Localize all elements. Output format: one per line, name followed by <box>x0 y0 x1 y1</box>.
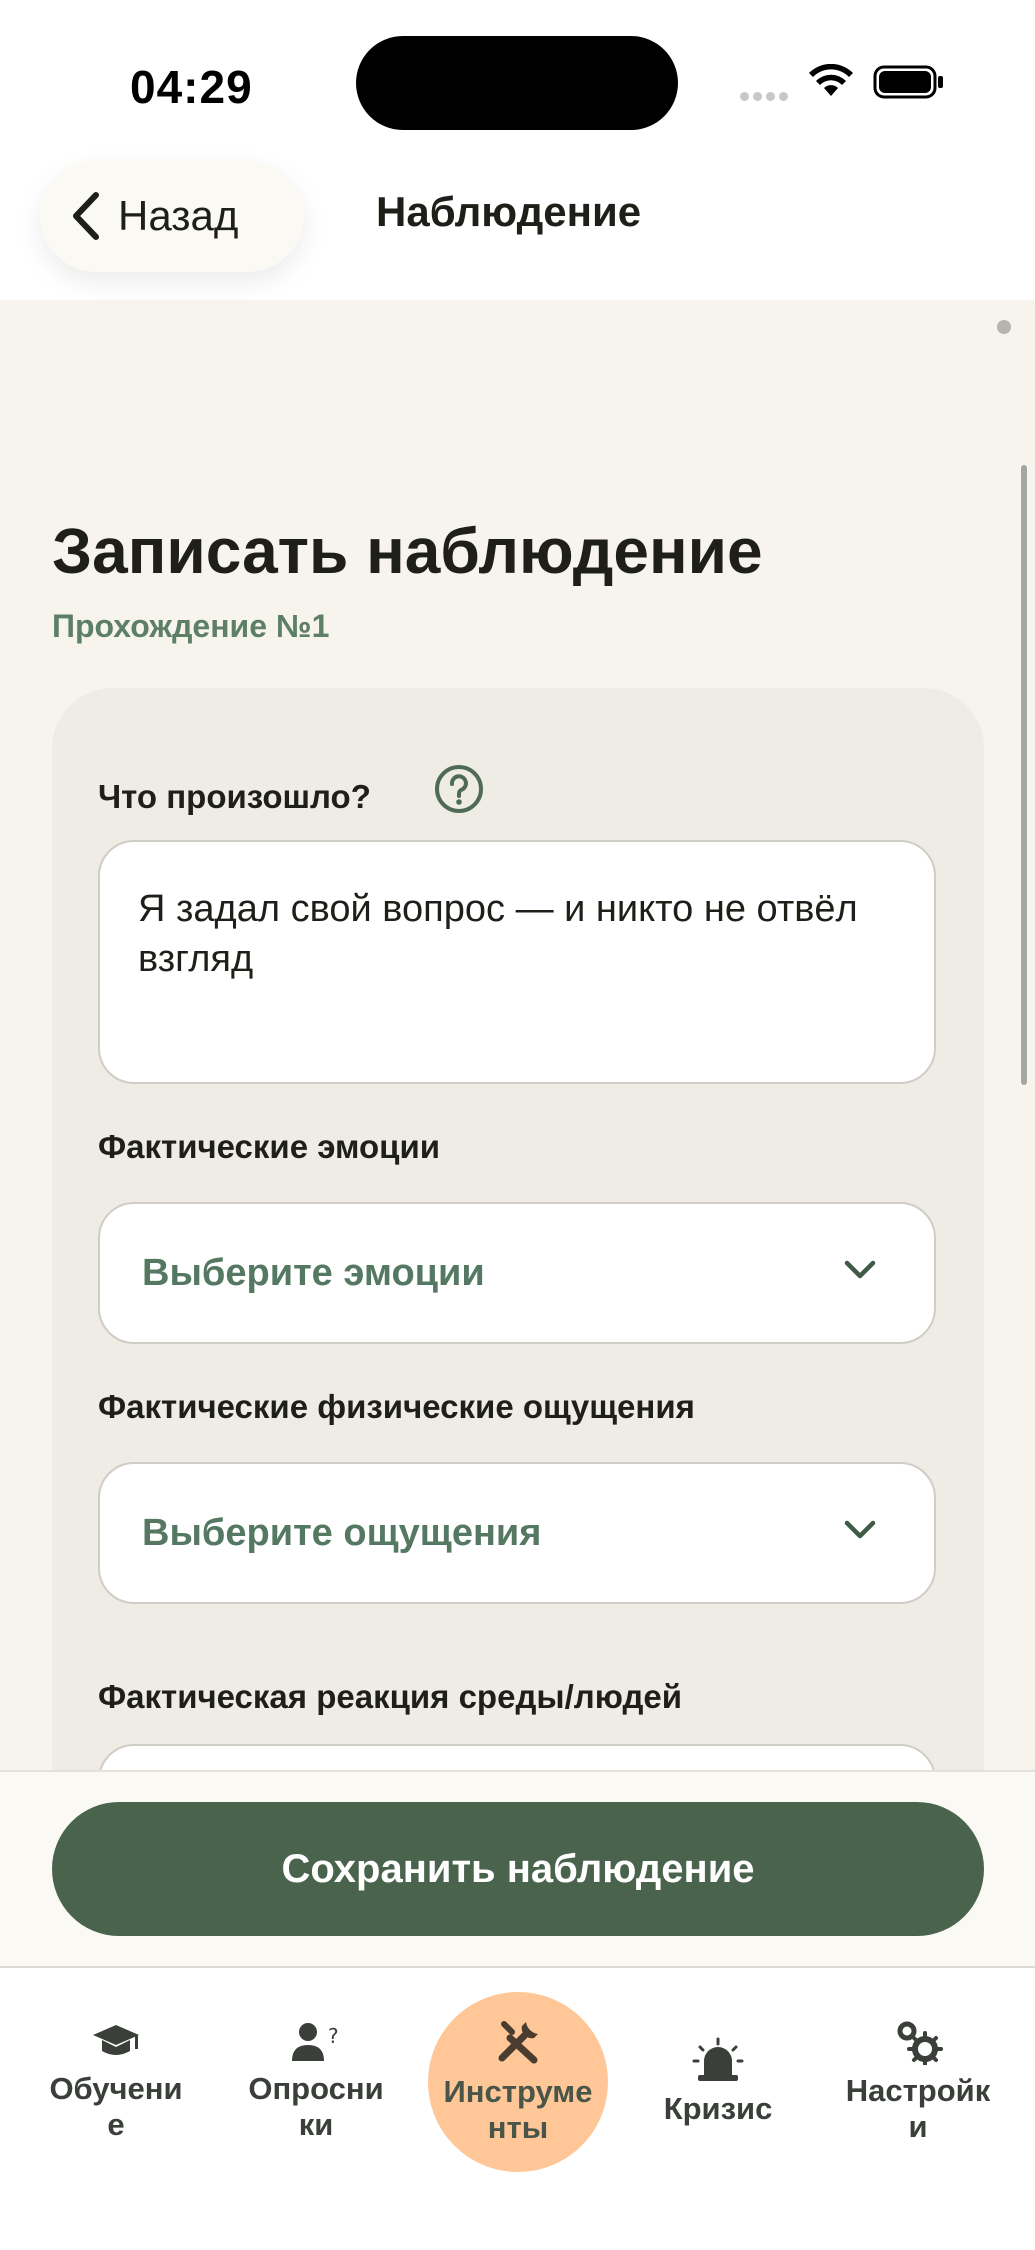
scroll-indicator-dot <box>997 320 1011 334</box>
tab-settings-label: Настройки <box>845 2073 991 2144</box>
sensations-select[interactable]: Выберите ощущения <box>98 1462 936 1604</box>
graduation-cap-icon <box>93 2025 139 2055</box>
tab-crisis[interactable]: Кризис <box>628 1992 808 2172</box>
back-button[interactable]: Назад <box>40 160 304 272</box>
tab-tools[interactable]: Инструменты <box>428 1992 608 2172</box>
tab-learning[interactable]: Обучение <box>26 1992 206 2172</box>
status-bar: 04:29 <box>0 0 1035 160</box>
reaction-select[interactable] <box>98 1744 936 1770</box>
emotions-select[interactable]: Выберите эмоции <box>98 1202 936 1344</box>
battery-icon <box>873 65 943 99</box>
siren-icon <box>692 2037 744 2081</box>
chevron-down-icon <box>844 1260 876 1279</box>
scrollbar[interactable] <box>1021 465 1027 1085</box>
sensations-select-placeholder: Выберите ощущения <box>142 1511 542 1554</box>
back-button-label: Назад <box>118 192 239 239</box>
chevron-left-icon <box>73 192 99 240</box>
scroll-content[interactable]: Записать наблюдение Прохождение №1 Что п… <box>0 300 1035 1770</box>
what-happened-textarea[interactable]: Я задал свой вопрос — и никто не отвёл в… <box>98 840 936 1084</box>
header-title: Наблюдение <box>376 188 642 235</box>
what-happened-label: Что произошло? <box>98 778 371 815</box>
emotions-select-placeholder: Выберите эмоции <box>142 1251 485 1294</box>
status-time: 04:29 <box>130 61 253 113</box>
page-title: Записать наблюдение <box>52 515 763 587</box>
observation-form-card: Что произошло? Я задал свой вопрос — и н… <box>52 688 984 1770</box>
navigation-header: Назад Наблюдение <box>0 160 1035 300</box>
page-subtitle: Прохождение №1 <box>52 608 330 644</box>
cellular-signal-icon <box>740 88 792 106</box>
tab-questionnaires-label: Опросники <box>248 2071 384 2142</box>
wifi-icon <box>809 64 853 96</box>
footer-bar: Сохранить наблюдение <box>0 1770 1035 1966</box>
tab-bar: Обучение ? Опросники Инструменты Кризис <box>0 1966 1035 2250</box>
reaction-label: Фактическая реакция среды/людей <box>98 1678 683 1715</box>
gears-icon <box>897 2021 943 2065</box>
chevron-down-icon <box>844 1520 876 1539</box>
tab-tools-label: Инструменты <box>443 2074 593 2145</box>
tools-icon <box>498 2021 538 2064</box>
tab-questionnaires[interactable]: ? Опросники <box>226 1992 406 2172</box>
dynamic-island <box>356 36 678 130</box>
emotions-label: Фактические эмоции <box>98 1128 441 1165</box>
person-question-icon: ? <box>292 2023 339 2061</box>
help-icon[interactable] <box>434 764 484 814</box>
svg-text:?: ? <box>328 2024 339 2048</box>
tab-crisis-label: Кризис <box>663 2091 773 2126</box>
save-observation-button[interactable]: Сохранить наблюдение <box>52 1802 984 1936</box>
sensations-label: Фактические физические ощущения <box>98 1388 695 1425</box>
tab-learning-label: Обучение <box>49 2071 183 2142</box>
tab-settings[interactable]: Настройки <box>828 1992 1008 2172</box>
